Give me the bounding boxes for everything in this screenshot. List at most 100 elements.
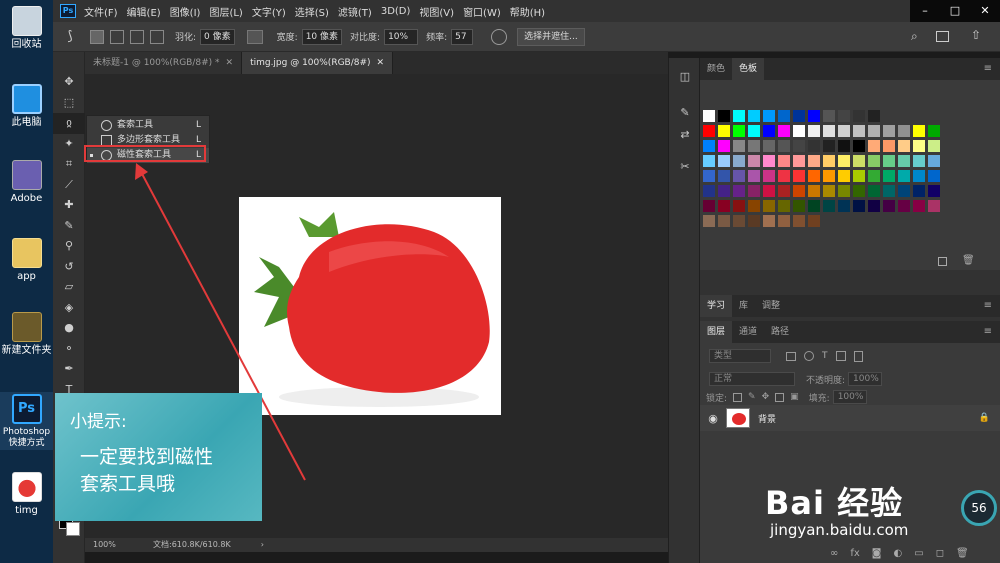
zoom-level[interactable]: 100% — [85, 538, 145, 552]
swatch[interactable] — [853, 200, 865, 212]
swatch[interactable] — [763, 200, 775, 212]
swatch[interactable] — [748, 110, 760, 122]
swatch[interactable] — [793, 155, 805, 167]
filter-type-icon[interactable]: T — [822, 351, 828, 361]
swatch[interactable] — [778, 155, 790, 167]
lock-position-icon[interactable]: ✥ — [762, 392, 770, 402]
swatch[interactable] — [883, 125, 895, 137]
swatch[interactable] — [868, 155, 880, 167]
swatch[interactable] — [793, 200, 805, 212]
swatch[interactable] — [748, 185, 760, 197]
swatch[interactable] — [703, 170, 715, 182]
swatch[interactable] — [733, 170, 745, 182]
swatch[interactable] — [748, 125, 760, 137]
swatch[interactable] — [763, 215, 775, 227]
swatch[interactable] — [808, 155, 820, 167]
history-panel-icon[interactable]: ◫ — [669, 66, 701, 88]
swatch[interactable] — [928, 170, 940, 182]
swatch[interactable] — [883, 170, 895, 182]
status-menu-icon[interactable]: › — [261, 538, 264, 552]
swatch[interactable] — [823, 155, 835, 167]
swatch[interactable] — [718, 155, 730, 167]
lock-transparent-icon[interactable] — [733, 392, 743, 402]
swatch[interactable] — [733, 215, 745, 227]
swatch[interactable] — [913, 170, 925, 182]
lock-artboard-icon[interactable] — [775, 392, 785, 402]
swatch[interactable] — [778, 185, 790, 197]
swatch[interactable] — [853, 140, 865, 152]
lock-pixels-icon[interactable]: ✎ — [748, 392, 756, 402]
swatch[interactable] — [808, 185, 820, 197]
swatch[interactable] — [913, 200, 925, 212]
swatch[interactable] — [778, 110, 790, 122]
swatch[interactable] — [808, 215, 820, 227]
swatch[interactable] — [868, 140, 880, 152]
opacity-input[interactable]: 100% — [848, 372, 883, 386]
swatch[interactable] — [778, 215, 790, 227]
swatch[interactable] — [733, 140, 745, 152]
new-swatch-icon[interactable] — [938, 257, 947, 266]
swatch[interactable] — [808, 140, 820, 152]
swatch[interactable] — [808, 125, 820, 137]
swatch[interactable] — [733, 155, 745, 167]
swatch[interactable] — [703, 155, 715, 167]
swatch[interactable] — [763, 170, 775, 182]
swatch[interactable] — [718, 170, 730, 182]
swatch[interactable] — [703, 110, 715, 122]
swatch[interactable] — [853, 110, 865, 122]
swatch[interactable] — [748, 140, 760, 152]
filter-smart-icon[interactable] — [853, 350, 863, 362]
swatch[interactable] — [793, 185, 805, 197]
swatch[interactable] — [898, 140, 910, 152]
brush-panel-icon[interactable]: ✎ — [669, 102, 701, 124]
tab-color[interactable]: 颜色 — [700, 58, 732, 80]
swatch[interactable] — [928, 200, 940, 212]
panel-menu-icon[interactable]: ≡ — [984, 58, 992, 80]
visibility-eye-icon[interactable]: ◉ — [700, 412, 726, 425]
swatch[interactable] — [853, 170, 865, 182]
swatch[interactable] — [808, 200, 820, 212]
filter-pixel-icon[interactable] — [786, 351, 796, 361]
swatch[interactable] — [763, 125, 775, 137]
swatch[interactable] — [823, 200, 835, 212]
swatch[interactable] — [808, 110, 820, 122]
swatch[interactable] — [793, 215, 805, 227]
swatch[interactable] — [868, 110, 880, 122]
kind-filter-select[interactable]: 类型 — [709, 349, 771, 363]
swatch[interactable] — [703, 215, 715, 227]
swatch[interactable] — [718, 125, 730, 137]
filter-adjust-icon[interactable] — [804, 351, 814, 361]
swatch[interactable] — [868, 200, 880, 212]
swatch[interactable] — [778, 125, 790, 137]
swatch[interactable] — [703, 200, 715, 212]
swatch[interactable] — [913, 125, 925, 137]
blend-mode-select[interactable]: 正常 — [709, 372, 795, 386]
swatch[interactable] — [733, 200, 745, 212]
swatch[interactable] — [913, 140, 925, 152]
panel-menu-icon[interactable]: ≡ — [984, 295, 992, 317]
swatch[interactable] — [748, 215, 760, 227]
swatch[interactable] — [823, 125, 835, 137]
swatch[interactable] — [733, 125, 745, 137]
swatch[interactable] — [748, 155, 760, 167]
tab-learn[interactable]: 学习 — [700, 295, 733, 317]
swatch[interactable] — [763, 185, 775, 197]
swatch[interactable] — [883, 155, 895, 167]
swatch[interactable] — [718, 140, 730, 152]
swatch[interactable] — [838, 170, 850, 182]
swatch[interactable] — [928, 125, 940, 137]
swatch[interactable] — [838, 185, 850, 197]
swatch[interactable] — [778, 200, 790, 212]
adjust-panel-icon[interactable]: ⇄ — [669, 124, 701, 146]
tab-swatches[interactable]: 色板 — [732, 58, 765, 80]
swatch[interactable] — [838, 200, 850, 212]
swatch[interactable] — [793, 125, 805, 137]
swatch[interactable] — [703, 185, 715, 197]
swatch[interactable] — [823, 140, 835, 152]
tab-adjustments[interactable]: 调整 — [755, 295, 787, 317]
swatch[interactable] — [718, 110, 730, 122]
panel-menu-icon[interactable]: ≡ — [984, 321, 992, 343]
swatch[interactable] — [793, 110, 805, 122]
swatch[interactable] — [928, 155, 940, 167]
swatch[interactable] — [883, 185, 895, 197]
